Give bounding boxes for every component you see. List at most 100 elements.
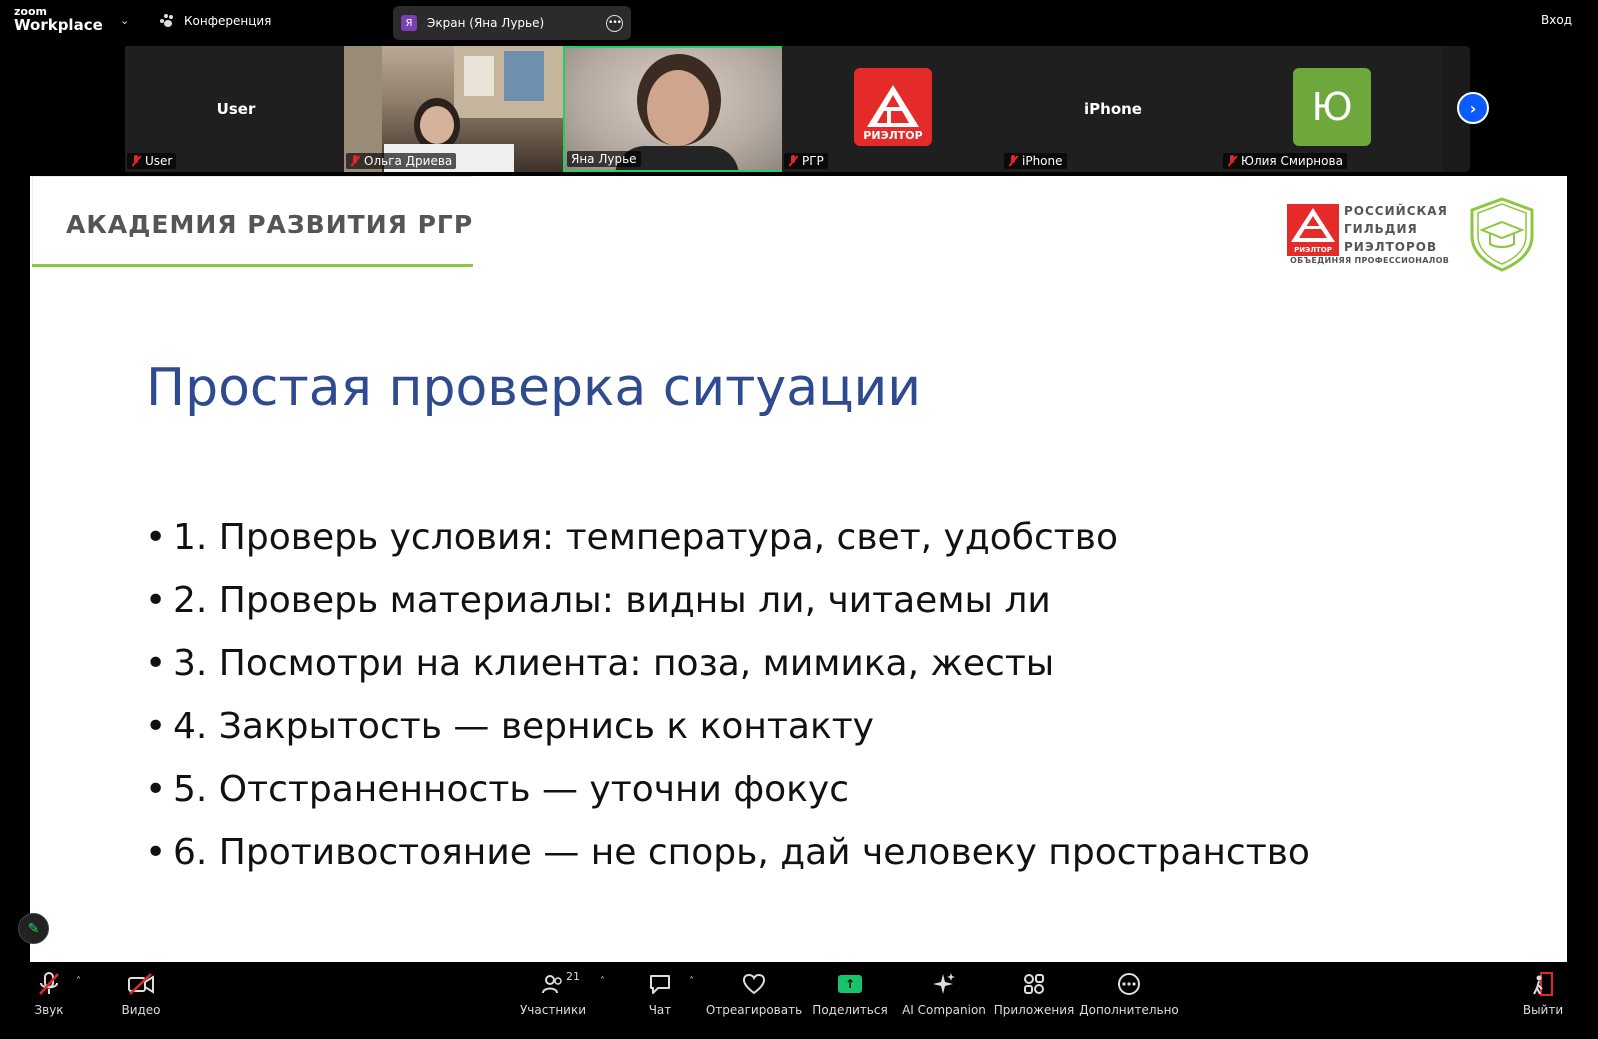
participants-icon: 21: [542, 970, 580, 998]
leave-button[interactable]: Выйти: [1498, 970, 1588, 1017]
audio-options-caret-icon[interactable]: ˄: [76, 976, 81, 987]
chevron-down-icon[interactable]: ⌄: [120, 14, 129, 27]
login-button[interactable]: Вход: [1541, 13, 1572, 27]
list-item: • 1. Проверь условия: температура, свет, …: [145, 506, 1310, 569]
video-button[interactable]: Видео: [96, 970, 186, 1017]
top-bar: zoom Workplace ⌄ Конференция Я Экран (Ян…: [0, 0, 1598, 44]
mic-muted-icon: [788, 155, 798, 167]
participant-tile-yulia[interactable]: Ю Юлия Смирнова: [1221, 46, 1443, 172]
meeting-label: Конференция: [184, 14, 272, 28]
logo-big-text: Workplace: [14, 16, 103, 34]
list-item: • 3. Посмотри на клиента: поза, мимика, ж…: [145, 632, 1310, 695]
leave-door-icon: [1531, 970, 1555, 998]
participant-name-label: Яна Лурье: [567, 151, 641, 167]
participants-count: 21: [566, 970, 580, 983]
mic-muted-icon: [1227, 155, 1237, 167]
participant-tile-yana-active-speaker[interactable]: Яна Лурье: [563, 46, 785, 172]
share-label: Поделиться: [812, 1003, 888, 1017]
participant-strip: User User Ольга Дриева Яна Лурье РИЭЛТОР…: [125, 46, 1470, 172]
meeting-paw-icon: [160, 14, 176, 28]
participant-name: Яна Лурье: [571, 152, 637, 166]
participants-label: Участники: [519, 1003, 587, 1017]
meeting-info-button[interactable]: Конференция: [160, 14, 271, 28]
ai-companion-button[interactable]: AI Companion: [899, 970, 989, 1017]
microphone-muted-icon: [37, 970, 61, 998]
guild-emblem-icon: [1291, 208, 1335, 242]
participant-name-label: Юлия Смирнова: [1223, 153, 1347, 169]
camera-off-icon: [127, 970, 155, 998]
guild-name-line: ГИЛЬДИЯ: [1344, 222, 1418, 236]
participants-button[interactable]: 21 Участники: [508, 970, 598, 1017]
academy-title: АКАДЕМИЯ РАЗВИТИЯ РГР: [66, 210, 474, 239]
video-label: Видео: [121, 1003, 161, 1017]
list-item: • 2. Проверь материалы: видны ли, читаемы…: [145, 569, 1310, 632]
apps-button[interactable]: Приложения: [989, 970, 1079, 1017]
participant-name-label: Ольга Дриева: [346, 153, 457, 169]
react-button[interactable]: Отреагировать: [705, 970, 803, 1017]
bullet-text: 3. Посмотри на клиента: поза, мимика, же…: [173, 643, 1055, 684]
guild-name: РОССИЙСКАЯ ГИЛЬДИЯ РИЭЛТОРОВ: [1344, 202, 1448, 256]
participant-tile-iphone[interactable]: iPhone iPhone: [1002, 46, 1224, 172]
mic-muted-icon: [1008, 155, 1018, 167]
pencil-icon: ✎: [27, 920, 40, 937]
meeting-toolbar: Звук ˄ Видео 21 Участники ˄ Чат ˄ Отреаг…: [0, 962, 1598, 1039]
annotate-pencil-button[interactable]: ✎: [18, 913, 49, 944]
bullet-text: 6. Противостояние — не спорь, дай челове…: [173, 832, 1310, 873]
ai-companion-label: AI Companion: [902, 1003, 986, 1017]
bullet-text: 5. Отстраненность — уточни фокус: [173, 769, 850, 810]
participant-name-label: User: [127, 153, 177, 169]
more-label: Дополнительно: [1079, 1003, 1179, 1017]
chat-label: Чат: [648, 1003, 672, 1017]
guild-name-line: РИЭЛТОРОВ: [1344, 240, 1438, 254]
apps-grid-icon: [1023, 970, 1045, 998]
chat-caret-icon[interactable]: ˄: [689, 976, 694, 987]
bullet-text: 1. Проверь условия: температура, свет, у…: [173, 517, 1118, 558]
share-button[interactable]: ↑ Поделиться: [805, 970, 895, 1017]
participant-tile-rgr[interactable]: РИЭЛТОР РГР: [782, 46, 1004, 172]
guild-logo-text: РИЭЛТОР: [1294, 246, 1332, 254]
more-button[interactable]: Дополнительно: [1079, 970, 1179, 1017]
chat-icon: [648, 970, 672, 998]
mic-muted-icon: [131, 155, 141, 167]
guild-logo: РИЭЛТОР: [1287, 204, 1339, 256]
share-screen-icon: ↑: [838, 970, 862, 998]
guild-name-line: РОССИЙСКАЯ: [1344, 204, 1448, 218]
rgr-logo: РИЭЛТОР: [854, 68, 932, 146]
screen-share-title: Экран (Яна Лурье): [427, 16, 545, 30]
heart-icon: [742, 970, 766, 998]
participant-name: User: [145, 154, 173, 168]
bullet-text: 4. Закрытость — вернись к контакту: [173, 706, 874, 747]
mic-muted-icon: [350, 155, 360, 167]
participant-tile-olga[interactable]: Ольга Дриева: [344, 46, 566, 172]
more-dots-icon: [1117, 970, 1141, 998]
leave-label: Выйти: [1522, 1003, 1564, 1017]
apps-label: Приложения: [993, 1003, 1075, 1017]
academy-underline: [32, 264, 473, 267]
bullet-list: • 1. Проверь условия: температура, свет, …: [145, 506, 1310, 884]
guild-tagline: ОБЪЕДИНЯЯ ПРОФЕССИОНАЛОВ: [1290, 256, 1450, 265]
list-item: • 6. Противостояние — не спорь, дай челов…: [145, 821, 1310, 884]
participant-name-label: iPhone: [1004, 153, 1067, 169]
rgr-emblem-icon: [867, 85, 919, 127]
avatar: Ю: [1293, 68, 1371, 146]
screen-share-pill[interactable]: Я Экран (Яна Лурье) •••: [393, 6, 631, 40]
participant-name: iPhone: [1022, 154, 1063, 168]
chevron-right-icon: ›: [1469, 98, 1477, 118]
sharer-badge: Я: [401, 15, 417, 31]
audio-label: Звук: [34, 1003, 64, 1017]
participant-name: Юлия Смирнова: [1241, 154, 1343, 168]
slide-title: Простая проверка ситуации: [146, 358, 922, 418]
participant-name: РГР: [802, 154, 824, 168]
participants-caret-icon[interactable]: ˄: [600, 976, 605, 987]
bullet-text: 2. Проверь материалы: видны ли, читаемы …: [173, 580, 1051, 621]
next-page-button[interactable]: ›: [1457, 92, 1489, 124]
list-item: • 4. Закрытость — вернись к контакту: [145, 695, 1310, 758]
more-options-icon[interactable]: •••: [606, 14, 623, 32]
zoom-workplace-logo[interactable]: zoom Workplace: [14, 6, 103, 33]
rgr-logo-text: РИЭЛТОР: [863, 129, 923, 142]
sparkle-icon: [932, 970, 956, 998]
shared-slide: АКАДЕМИЯ РАЗВИТИЯ РГР РИЭЛТОР РОССИЙСКАЯ…: [30, 176, 1567, 962]
list-item: • 5. Отстраненность — уточни фокус: [145, 758, 1310, 821]
participant-tile-user[interactable]: User User: [125, 46, 347, 172]
react-label: Отреагировать: [705, 1003, 803, 1017]
